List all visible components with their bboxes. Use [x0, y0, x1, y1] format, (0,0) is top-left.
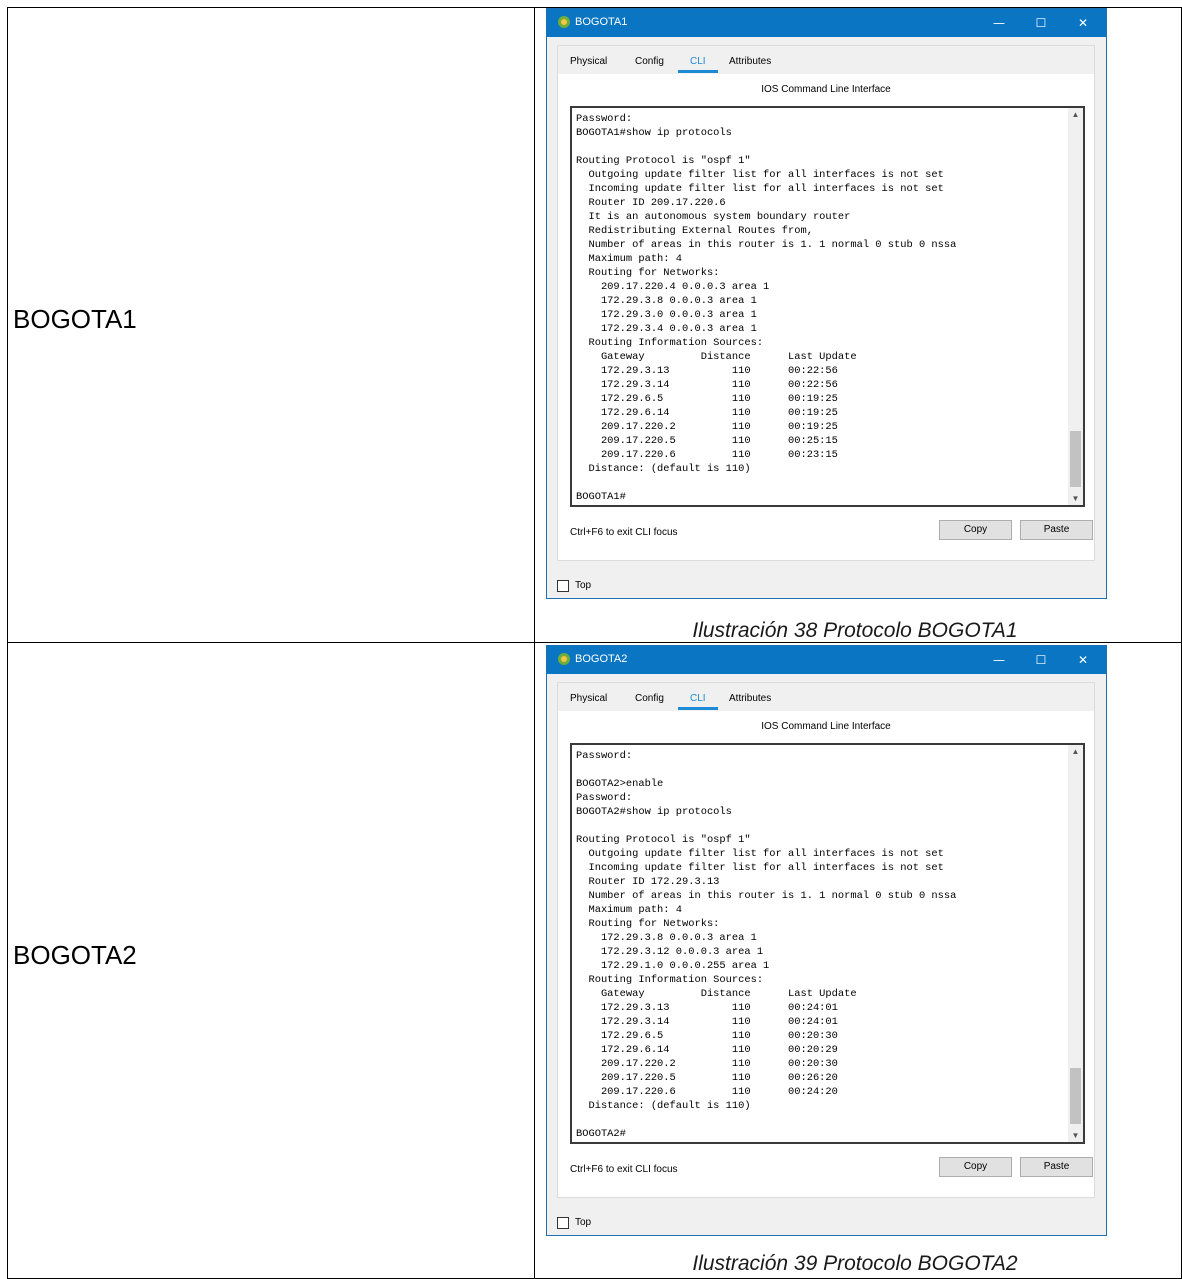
figure-caption-bogota2: Ilustración 39 Protocolo BOGOTA2	[692, 1252, 1018, 1275]
close-icon[interactable]: ✕	[1064, 9, 1102, 37]
top-checkbox-label: Top	[575, 580, 592, 591]
row-label-bogota2: BOGOTA2	[13, 940, 137, 970]
minimize-icon[interactable]: —	[980, 9, 1018, 37]
terminal-output[interactable]: Password: BOGOTA2>enable Password: BOGOT…	[576, 749, 956, 1141]
packet-tracer-router-icon	[558, 16, 570, 28]
paste-button[interactable]: Paste	[1020, 1157, 1093, 1177]
tab-cli[interactable]: CLI	[690, 56, 706, 67]
maximize-icon[interactable]: ☐	[1022, 9, 1060, 37]
cli-focus-hint: Ctrl+F6 to exit CLI focus	[570, 527, 678, 538]
tab-bar: Physical Config CLI Attributes	[558, 46, 1094, 74]
router-window-bogota1: BOGOTA1 — ☐ ✕ Physical Config CLI Attrib…	[546, 8, 1107, 599]
active-tab-indicator	[678, 707, 718, 710]
copy-button[interactable]: Copy	[939, 1157, 1012, 1177]
tab-physical[interactable]: Physical	[570, 693, 607, 704]
scrollbar-thumb[interactable]	[1070, 431, 1081, 487]
title-bar[interactable]: BOGOTA2 — ☐ ✕	[547, 646, 1106, 674]
active-tab-indicator	[678, 70, 718, 73]
cli-panel: Physical Config CLI Attributes IOS Comma…	[557, 682, 1095, 1198]
scroll-up-icon[interactable]: ▲	[1068, 747, 1083, 756]
maximize-icon[interactable]: ☐	[1022, 646, 1060, 674]
cli-focus-hint: Ctrl+F6 to exit CLI focus	[570, 1164, 678, 1175]
top-checkbox-label: Top	[575, 1217, 592, 1228]
cli-panel: Physical Config CLI Attributes IOS Comma…	[557, 45, 1095, 561]
title-bar[interactable]: BOGOTA1 — ☐ ✕	[547, 9, 1106, 37]
row-label-bogota1: BOGOTA1	[13, 304, 137, 334]
window-title: BOGOTA2	[575, 653, 628, 665]
tab-bar: Physical Config CLI Attributes	[558, 683, 1094, 711]
window-title: BOGOTA1	[575, 16, 628, 28]
close-icon[interactable]: ✕	[1064, 646, 1102, 674]
cli-header: IOS Command Line Interface	[761, 84, 891, 95]
terminal-output[interactable]: Password: BOGOTA1#show ip protocols Rout…	[576, 112, 956, 504]
scrollbar-thumb[interactable]	[1070, 1068, 1081, 1124]
tab-attributes[interactable]: Attributes	[729, 693, 771, 704]
tab-cli[interactable]: CLI	[690, 693, 706, 704]
minimize-icon[interactable]: —	[980, 646, 1018, 674]
scroll-down-icon[interactable]: ▼	[1068, 494, 1083, 503]
top-checkbox[interactable]	[557, 1217, 569, 1229]
cli-header: IOS Command Line Interface	[761, 721, 891, 732]
packet-tracer-router-icon	[558, 653, 570, 665]
tab-physical[interactable]: Physical	[570, 56, 607, 67]
cli-terminal[interactable]: Password: BOGOTA2>enable Password: BOGOT…	[570, 743, 1085, 1144]
cli-terminal[interactable]: Password: BOGOTA1#show ip protocols Rout…	[570, 106, 1085, 507]
copy-button[interactable]: Copy	[939, 520, 1012, 540]
paste-button[interactable]: Paste	[1020, 520, 1093, 540]
tab-config[interactable]: Config	[635, 56, 664, 67]
scroll-up-icon[interactable]: ▲	[1068, 110, 1083, 119]
tab-config[interactable]: Config	[635, 693, 664, 704]
figure-caption-bogota1: Ilustración 38 Protocolo BOGOTA1	[692, 619, 1018, 642]
table-column-divider	[534, 8, 535, 1278]
router-window-bogota2: BOGOTA2 — ☐ ✕ Physical Config CLI Attrib…	[546, 645, 1107, 1236]
terminal-scrollbar[interactable]: ▲ ▼	[1068, 108, 1083, 505]
terminal-scrollbar[interactable]: ▲ ▼	[1068, 745, 1083, 1142]
tab-attributes[interactable]: Attributes	[729, 56, 771, 67]
top-checkbox[interactable]	[557, 580, 569, 592]
scroll-down-icon[interactable]: ▼	[1068, 1131, 1083, 1140]
